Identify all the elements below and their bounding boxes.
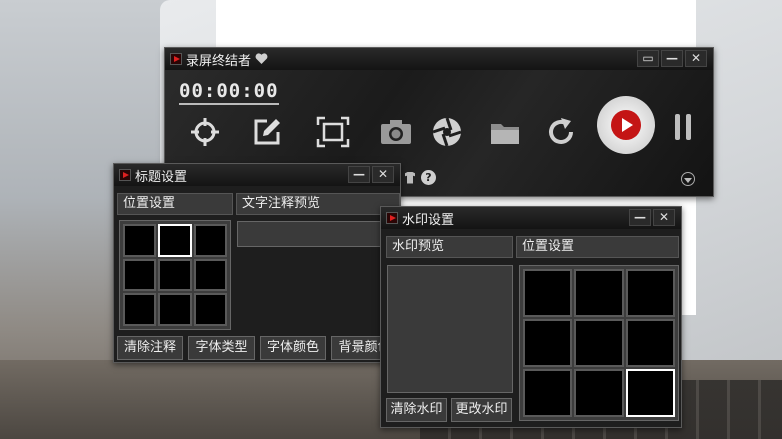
position-cell[interactable]: [625, 319, 675, 367]
font-type-button[interactable]: 字体类型: [188, 336, 255, 360]
help-area: ?: [405, 170, 436, 185]
position-cell[interactable]: [523, 369, 573, 417]
position-settings-label: 位置设置: [516, 236, 679, 258]
aperture-icon[interactable]: [429, 114, 465, 150]
skin-icon[interactable]: [405, 171, 415, 184]
position-cell[interactable]: [574, 369, 624, 417]
watermark-settings-window: 水印设置 — ✕ 水印预览 位置设置 清除水印 更改水印: [380, 206, 682, 428]
change-watermark-button[interactable]: 更改水印: [451, 398, 512, 422]
refresh-icon[interactable]: [543, 114, 579, 150]
record-timer: 00:00:00: [179, 80, 279, 105]
position-cell[interactable]: [123, 293, 157, 326]
title-settings-window: 标题设置 — ✕ 位置设置 文字注释预览 清除注释 字体类型 字体颜色 背景颜色: [113, 163, 401, 363]
close-button[interactable]: ✕: [653, 209, 675, 226]
close-button[interactable]: ✕: [685, 50, 707, 67]
text-annotation-preview-label: 文字注释预览: [236, 193, 400, 215]
watermark-preview-label: 水印预览: [386, 236, 513, 258]
position-cell[interactable]: [523, 269, 573, 317]
edit-icon[interactable]: [249, 114, 285, 150]
watermark-preview: [387, 265, 513, 393]
app-logo-icon: [119, 169, 131, 181]
app-logo-icon: [170, 53, 182, 65]
play-icon: [611, 110, 641, 140]
watermark-position-grid: [519, 265, 679, 421]
minimize-button[interactable]: —: [629, 209, 651, 226]
crosshair-icon[interactable]: [187, 114, 223, 150]
help-icon[interactable]: ?: [421, 170, 436, 185]
expand-down-icon[interactable]: [681, 172, 695, 186]
position-cell[interactable]: [158, 293, 192, 326]
position-cell[interactable]: [158, 224, 192, 257]
position-cell[interactable]: [574, 319, 624, 367]
minimize-button[interactable]: —: [348, 166, 370, 183]
record-start-button[interactable]: [597, 96, 655, 154]
minimize-button[interactable]: —: [661, 50, 683, 67]
watermark-settings-titlebar[interactable]: 水印设置 — ✕: [381, 207, 681, 229]
clear-annotation-button[interactable]: 清除注释: [117, 336, 183, 360]
position-cell[interactable]: [193, 258, 227, 292]
position-cell[interactable]: [625, 269, 675, 317]
title-settings-title: 标题设置: [135, 169, 188, 185]
watermark-settings-title: 水印设置: [402, 212, 455, 228]
heart-icon[interactable]: [255, 53, 268, 65]
position-cell[interactable]: [193, 293, 227, 326]
recorder-title: 录屏终结者: [186, 53, 252, 69]
recorder-titlebar[interactable]: 录屏终结者 ▭ — ✕: [165, 48, 713, 70]
folder-icon[interactable]: [487, 114, 523, 150]
position-cell[interactable]: [123, 224, 157, 257]
pause-button[interactable]: [675, 114, 691, 140]
position-cell[interactable]: [123, 258, 157, 292]
position-cell[interactable]: [193, 224, 227, 257]
position-cell[interactable]: [523, 319, 573, 367]
font-color-button[interactable]: 字体颜色: [260, 336, 326, 360]
camera-icon[interactable]: [378, 114, 414, 150]
text-annotation-preview: [237, 221, 397, 247]
close-button[interactable]: ✕: [372, 166, 394, 183]
fullscreen-capture-icon[interactable]: [315, 114, 351, 150]
position-cell[interactable]: [158, 258, 192, 292]
clear-watermark-button[interactable]: 清除水印: [386, 398, 447, 422]
title-settings-titlebar[interactable]: 标题设置 — ✕: [114, 164, 400, 186]
title-position-grid: [119, 220, 231, 330]
app-logo-icon: [386, 212, 398, 224]
position-cell[interactable]: [625, 369, 675, 417]
position-cell[interactable]: [574, 269, 624, 317]
restore-button[interactable]: ▭: [637, 50, 659, 67]
position-settings-label: 位置设置: [117, 193, 233, 215]
